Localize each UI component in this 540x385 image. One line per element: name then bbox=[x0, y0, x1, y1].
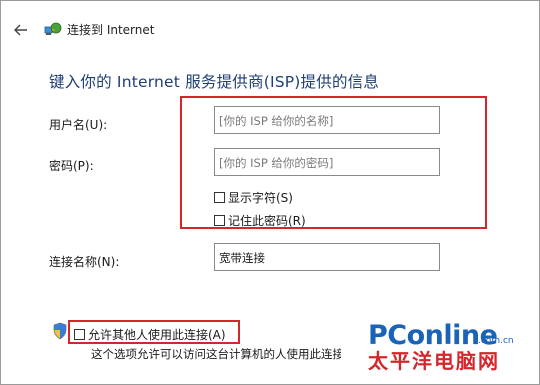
network-connection-icon bbox=[44, 22, 62, 35]
credentials-highlight bbox=[180, 96, 487, 229]
page-heading: 键入你的 Internet 服务提供商(ISP)提供的信息 bbox=[49, 73, 380, 91]
back-button[interactable] bbox=[10, 20, 32, 40]
uac-shield-icon bbox=[53, 322, 67, 340]
allow-others-note: 这个选项允许可以访问这台计算机的人使用此连接。 bbox=[91, 347, 341, 361]
watermark-cn: 太平洋电脑网 bbox=[368, 349, 500, 373]
username-label: 用户名(U): bbox=[49, 118, 108, 132]
connection-name-field[interactable]: 宽带连接 bbox=[214, 243, 440, 271]
back-arrow-icon bbox=[14, 24, 27, 36]
watermark-sub: .com.cn bbox=[478, 336, 514, 346]
connection-name-label: 连接名称(N): bbox=[49, 255, 120, 269]
pconline-watermark: PConline .com.cn 太平洋电脑网 bbox=[368, 322, 514, 373]
allow-others-highlight bbox=[68, 320, 240, 344]
password-label: 密码(P): bbox=[49, 159, 94, 173]
window-title: 连接到 Internet bbox=[67, 23, 155, 37]
